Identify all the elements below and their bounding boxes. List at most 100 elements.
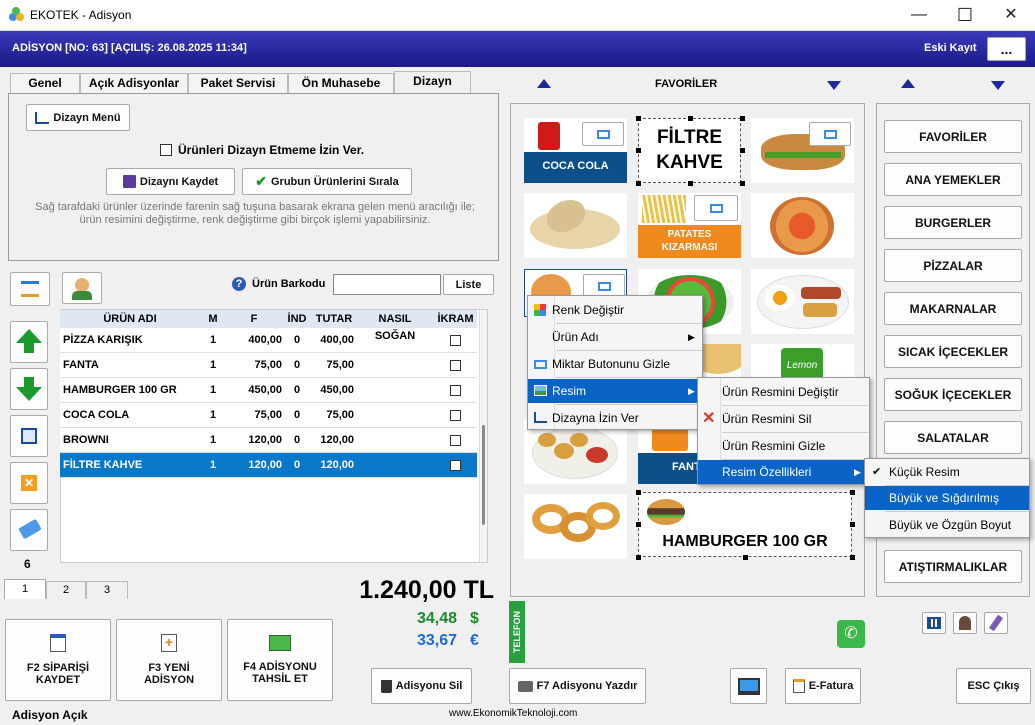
move-up-button[interactable]	[10, 321, 48, 363]
minimize-button[interactable]: —	[897, 4, 941, 28]
f3-new-order-button[interactable]: + F3 YENİ ADİSYON	[116, 619, 222, 701]
resize-handle[interactable]	[688, 181, 693, 186]
tab-paket-servisi[interactable]: Paket Servisi	[188, 73, 288, 93]
page-tab-3[interactable]: 3	[86, 581, 128, 599]
category-7[interactable]: SALATALAR	[884, 421, 1022, 454]
f2-save-order-button[interactable]: F2 SİPARİŞİ KAYDET	[5, 619, 111, 701]
adisyonu-sil-button[interactable]: Adisyonu Sil	[371, 668, 472, 704]
category-0[interactable]: FAVORİLER	[884, 120, 1022, 153]
dizayn-menu-button[interactable]: Dizayn Menü	[26, 104, 130, 131]
menu-buyuk-ve-ozgun-boyut[interactable]: Büyük ve Özgün Boyut	[865, 513, 1029, 537]
menu-kucuk-resim[interactable]: ✔ Küçük Resim	[865, 460, 1029, 484]
delete-item-button[interactable]: ✕	[10, 462, 48, 504]
paint-button[interactable]	[984, 612, 1008, 634]
page-tab-1[interactable]: 1	[4, 579, 46, 599]
resize-handle[interactable]	[636, 148, 641, 153]
category-3[interactable]: PİZZALAR	[884, 249, 1022, 282]
product-hamburger-100gr[interactable]: HAMBURGER 100 GR	[638, 492, 852, 557]
table-row[interactable]: FİLTRE KAHVE 1 120,00 0 120,00	[60, 453, 477, 478]
esc-exit-button[interactable]: ESC Çıkış	[956, 668, 1031, 704]
product-filtre-kahve[interactable]: FİLTRE KAHVE	[638, 118, 741, 183]
resize-handle[interactable]	[743, 555, 748, 560]
menu-urun-resmini-degistir[interactable]: Ürün Resmini Değiştir	[698, 380, 869, 404]
menu-urun-resmini-sil[interactable]: ✕ Ürün Resmini Sil	[698, 407, 869, 431]
ikram-checkbox[interactable]	[450, 360, 461, 371]
category-2[interactable]: BURGERLER	[884, 206, 1022, 239]
resize-handle[interactable]	[636, 116, 641, 121]
category-1[interactable]: ANA YEMEKLER	[884, 163, 1022, 196]
resize-handle[interactable]	[636, 490, 641, 495]
resize-handle[interactable]	[636, 555, 641, 560]
menu-resim[interactable]: Resim ▶	[528, 379, 702, 403]
tab-dizayn[interactable]: Dizayn	[394, 71, 471, 94]
menu-renk-degistir[interactable]: Renk Değiştir	[528, 298, 702, 322]
grubun-urunlerini-sirala-button[interactable]: ✔ Grubun Ürünlerini Sırala	[242, 168, 412, 195]
ikram-checkbox[interactable]	[450, 335, 461, 346]
resize-handle[interactable]	[740, 116, 745, 121]
keypad-button[interactable]	[922, 612, 946, 634]
product-wrap[interactable]	[524, 193, 627, 258]
resize-handle[interactable]	[850, 490, 855, 495]
table-row[interactable]: BROWNI 1 120,00 0 120,00	[60, 428, 477, 453]
telefon-tab[interactable]: TELEFON	[509, 601, 525, 663]
product-patates-kizarmasi[interactable]: PATATES KIZARMASI	[638, 193, 741, 258]
resize-handle[interactable]	[740, 181, 745, 186]
eraser-button[interactable]	[10, 509, 48, 551]
product-lemon-soda[interactable]: Lemon	[751, 344, 854, 379]
resize-handle[interactable]	[636, 522, 641, 527]
resize-handle[interactable]	[740, 148, 745, 153]
table-scrollbar[interactable]	[479, 310, 487, 562]
f7-print-button[interactable]: F7 Adisyonu Yazdır	[509, 668, 646, 704]
ikram-checkbox[interactable]	[450, 435, 461, 446]
liste-button[interactable]: Liste	[443, 274, 494, 295]
more-button[interactable]: ...	[987, 37, 1026, 61]
tab-on-muhasebe[interactable]: Ön Muhasebe	[288, 73, 394, 93]
product-onion-rings[interactable]	[524, 494, 627, 559]
product-pizza[interactable]	[751, 193, 854, 258]
barcode-input[interactable]	[333, 274, 441, 295]
table-row[interactable]: COCA COLA 1 75,00 0 75,00	[60, 403, 477, 428]
phone-button[interactable]: ✆	[837, 620, 865, 648]
favorites-scroll-down-icon[interactable]	[827, 81, 841, 90]
resize-handle[interactable]	[636, 181, 641, 186]
resize-handle[interactable]	[850, 555, 855, 560]
menu-miktar-butonunu-gizle[interactable]: Miktar Butonunu Gizle	[528, 352, 702, 376]
tab-genel[interactable]: Genel	[10, 73, 80, 93]
menu-dizayna-izin-ver[interactable]: Dizayna İzin Ver	[528, 406, 702, 430]
ikram-checkbox[interactable]	[450, 385, 461, 396]
menu-resim-ozellikleri[interactable]: Resim Özellikleri ▶	[698, 460, 869, 484]
move-down-button[interactable]	[10, 368, 48, 410]
tab-acik-adisyonlar[interactable]: Açık Adisyonlar	[80, 73, 188, 93]
monitor-button[interactable]	[730, 668, 767, 704]
categories-scroll-down-icon[interactable]	[991, 81, 1005, 90]
table-row[interactable]: HAMBURGER 100 GR 1 450,00 0 450,00	[60, 378, 477, 403]
ikram-checkbox[interactable]	[450, 460, 461, 471]
dizayni-kaydet-button[interactable]: Dizaynı Kaydet	[106, 168, 235, 195]
resize-handle[interactable]	[688, 116, 693, 121]
e-fatura-button[interactable]: E-Fatura	[785, 668, 861, 704]
favorites-scroll-up-icon[interactable]	[537, 79, 551, 88]
ikram-checkbox[interactable]	[450, 410, 461, 421]
resize-handle[interactable]	[850, 522, 855, 527]
design-permission-checkbox[interactable]	[160, 144, 172, 156]
category-4[interactable]: MAKARNALAR	[884, 292, 1022, 325]
maximize-button[interactable]: ☐	[943, 4, 987, 28]
table-row[interactable]: FANTA 1 75,00 0 75,00	[60, 353, 477, 378]
menu-buyuk-ve-sigdirilmis[interactable]: Büyük ve Sığdırılmış	[865, 486, 1029, 510]
f4-collect-button[interactable]: F4 ADİSYONU TAHSİL ET	[227, 619, 333, 701]
page-tab-2[interactable]: 2	[46, 581, 86, 599]
waiter-button[interactable]	[953, 612, 977, 634]
categories-scroll-up-icon[interactable]	[901, 79, 915, 88]
user-edit-button[interactable]	[62, 272, 102, 304]
product-coca-cola[interactable]: COCA COLA	[524, 118, 627, 183]
help-icon[interactable]: ?	[232, 277, 246, 291]
menu-urun-adi[interactable]: Ürün Adı ▶	[528, 325, 702, 349]
list-settings-button[interactable]	[10, 272, 50, 306]
product-sandwich[interactable]	[751, 118, 854, 183]
menu-urun-resmini-gizle[interactable]: Ürün Resmini Gizle	[698, 434, 869, 458]
close-button[interactable]: ✕	[989, 4, 1033, 28]
product-breakfast[interactable]	[751, 269, 854, 334]
table-row[interactable]: PİZZA KARIŞIK 1 400,00 0 400,00 SOĞAN	[60, 328, 477, 353]
category-5[interactable]: SICAK İÇECEKLER	[884, 335, 1022, 368]
category-6[interactable]: SOĞUK İÇECEKLER	[884, 378, 1022, 411]
